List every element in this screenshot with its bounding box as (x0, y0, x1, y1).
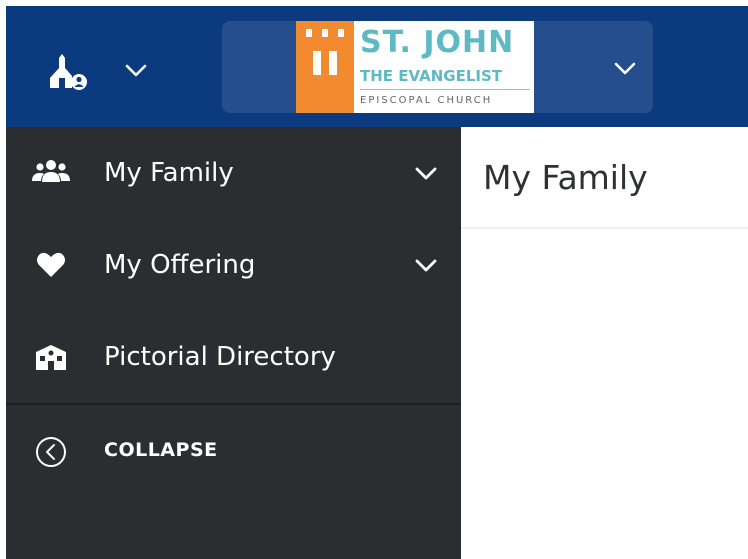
sidebar-item-pictorial-directory[interactable]: Pictorial Directory (6, 311, 461, 403)
collapse-button[interactable]: COLLAPSE (6, 422, 461, 480)
logo-rule (360, 89, 530, 90)
chevron-left-circle-icon (36, 437, 66, 467)
logo-title: ST. JOHN (360, 25, 515, 60)
home-menu[interactable] (46, 46, 176, 94)
sidebar: My Family My Offering Pictorial Director… (6, 127, 461, 559)
page-title: My Family (483, 158, 648, 197)
church-logo: ST. JOHN THE EVANGELIST EPISCOPAL CHURCH (296, 21, 534, 113)
top-bar: ST. JOHN THE EVANGELIST EPISCOPAL CHURCH (6, 6, 748, 127)
chevron-down-icon (614, 62, 636, 75)
sidebar-item-my-offering[interactable]: My Offering (6, 219, 461, 311)
chevron-down-icon[interactable] (413, 160, 439, 186)
chevron-down-icon[interactable] (413, 252, 439, 278)
users-icon (31, 153, 71, 193)
tower-logo-icon (296, 21, 354, 113)
school-building-icon (31, 337, 71, 377)
sidebar-divider (6, 403, 461, 405)
church-user-icon (50, 54, 87, 90)
chevron-down-icon (125, 64, 147, 77)
collapse-label: COLLAPSE (104, 439, 218, 461)
sidebar-item-label: My Offering (104, 250, 256, 280)
sidebar-item-label: My Family (104, 158, 234, 188)
logo-tagline: EPISCOPAL CHURCH (360, 95, 493, 106)
main-header: My Family (461, 127, 748, 229)
sidebar-item-label: Pictorial Directory (104, 342, 336, 372)
logo-subtitle: THE EVANGELIST (360, 67, 502, 85)
heart-icon (31, 245, 71, 285)
sidebar-item-my-family[interactable]: My Family (6, 127, 461, 219)
organization-selector[interactable]: ST. JOHN THE EVANGELIST EPISCOPAL CHURCH (222, 21, 653, 113)
